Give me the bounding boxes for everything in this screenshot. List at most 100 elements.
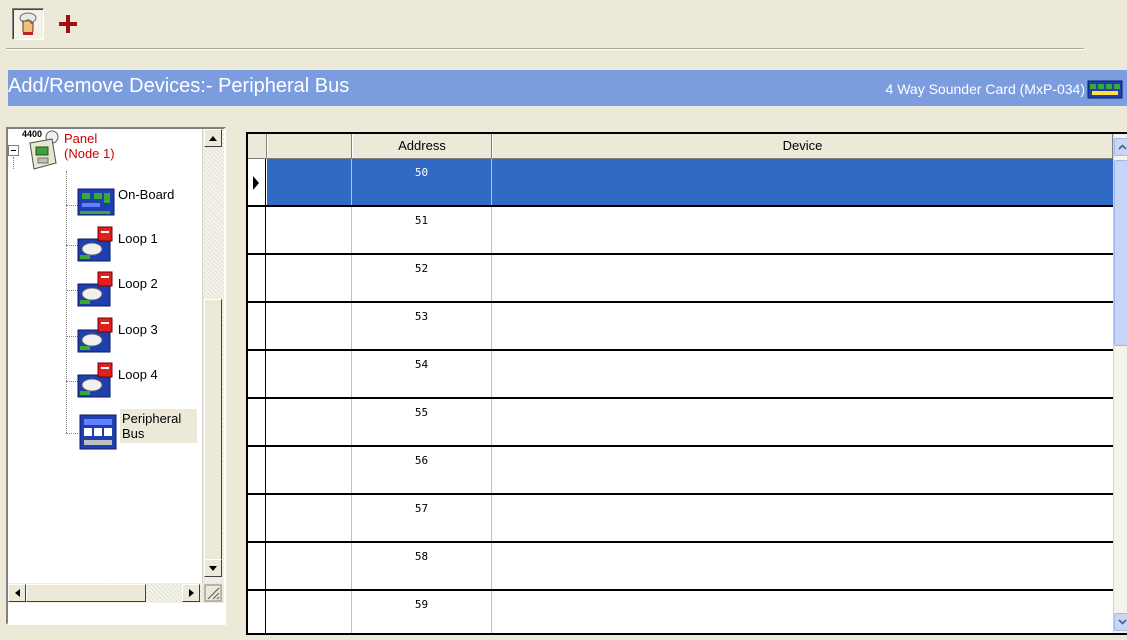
address-cell[interactable]: 58 bbox=[352, 543, 492, 589]
row-indicator[interactable] bbox=[248, 399, 266, 445]
column-header-blank bbox=[267, 134, 352, 158]
loop-icon bbox=[77, 362, 113, 398]
row-indicator[interactable] bbox=[248, 303, 266, 349]
address-cell[interactable]: 54 bbox=[352, 351, 492, 397]
chevron-down-icon bbox=[1117, 619, 1127, 625]
device-cell[interactable] bbox=[492, 495, 1113, 541]
add-button[interactable] bbox=[52, 8, 84, 40]
address-cell[interactable]: 51 bbox=[352, 207, 492, 253]
tree-item-loop-4[interactable]: Loop 4 bbox=[76, 361, 158, 399]
scroll-up-button[interactable] bbox=[1114, 138, 1127, 156]
loop-icon bbox=[77, 317, 113, 353]
chevron-up-icon bbox=[1117, 144, 1127, 150]
tree-vertical-scrollbar[interactable] bbox=[202, 129, 224, 603]
row-cell[interactable] bbox=[267, 255, 352, 301]
scroll-thumb[interactable] bbox=[1114, 160, 1127, 346]
address-cell[interactable]: 50 bbox=[352, 159, 492, 205]
hand-pointer-button[interactable] bbox=[12, 8, 44, 40]
device-cell[interactable] bbox=[492, 159, 1113, 205]
tree-item-loop-2[interactable]: Loop 2 bbox=[76, 270, 158, 308]
panel-icon: 4400 bbox=[22, 129, 62, 171]
row-cell[interactable] bbox=[267, 495, 352, 541]
title-bar: Add/Remove Devices:- Peripheral Bus 4 Wa… bbox=[8, 70, 1127, 106]
address-cell[interactable]: 59 bbox=[352, 591, 492, 633]
address-cell[interactable]: 55 bbox=[352, 399, 492, 445]
row-cell[interactable] bbox=[267, 303, 352, 349]
scroll-down-button[interactable] bbox=[204, 559, 222, 577]
peripheral-bus-icon bbox=[79, 414, 117, 450]
row-indicator[interactable] bbox=[248, 351, 266, 397]
table-row[interactable]: 51 bbox=[248, 207, 1113, 255]
tree-line bbox=[66, 171, 67, 433]
row-indicator[interactable] bbox=[248, 159, 266, 205]
device-cell[interactable] bbox=[492, 207, 1113, 253]
device-cell[interactable] bbox=[492, 543, 1113, 589]
row-cell[interactable] bbox=[267, 399, 352, 445]
scroll-down-button[interactable] bbox=[1114, 613, 1127, 631]
row-indicator[interactable] bbox=[248, 207, 266, 253]
row-cell[interactable] bbox=[267, 543, 352, 589]
tree-item-label: Loop 3 bbox=[118, 322, 158, 337]
column-header-device[interactable]: Device bbox=[492, 134, 1113, 158]
tree-item-loop-1[interactable]: Loop 1 bbox=[76, 225, 158, 263]
table-row[interactable]: 55 bbox=[248, 399, 1113, 447]
page-title: Add/Remove Devices:- Peripheral Bus bbox=[8, 75, 350, 97]
tree-item-label: Panel (Node 1) bbox=[64, 131, 115, 161]
device-cell[interactable] bbox=[492, 351, 1113, 397]
table-row[interactable]: 53 bbox=[248, 303, 1113, 351]
size-grip[interactable] bbox=[202, 583, 224, 603]
device-type-label: 4 Way Sounder Card (MxP-034) bbox=[885, 81, 1085, 97]
size-grip-icon bbox=[204, 584, 222, 602]
tree-item-label: Loop 2 bbox=[118, 276, 158, 291]
address-cell[interactable]: 53 bbox=[352, 303, 492, 349]
plus-icon bbox=[59, 15, 77, 33]
address-cell[interactable]: 56 bbox=[352, 447, 492, 493]
scroll-right-button[interactable] bbox=[182, 584, 200, 602]
scroll-thumb[interactable] bbox=[26, 584, 146, 602]
tree-item-loop-3[interactable]: Loop 3 bbox=[76, 316, 158, 354]
row-cell[interactable] bbox=[267, 591, 352, 633]
row-indicator[interactable] bbox=[248, 255, 266, 301]
table-row[interactable]: 50 bbox=[248, 159, 1113, 207]
hand-icon bbox=[19, 12, 37, 35]
tree-item-label: Peripheral Bus bbox=[120, 409, 198, 443]
table-row[interactable]: 57 bbox=[248, 495, 1113, 543]
device-cell[interactable] bbox=[492, 591, 1113, 633]
tree-item-on-board[interactable]: On-Board bbox=[76, 183, 174, 219]
table-row[interactable]: 54 bbox=[248, 351, 1113, 399]
table-row[interactable]: 59 bbox=[248, 591, 1113, 633]
table-row[interactable]: 52 bbox=[248, 255, 1113, 303]
scroll-up-button[interactable] bbox=[204, 129, 222, 147]
tree-content: 4400 Panel (Node 1) On-Board Loop 1 Loop… bbox=[8, 129, 200, 581]
device-cell[interactable] bbox=[492, 447, 1113, 493]
grid-vertical-scrollbar[interactable] bbox=[1113, 134, 1127, 633]
table-row[interactable]: 58 bbox=[248, 543, 1113, 591]
table-row[interactable]: 56 bbox=[248, 447, 1113, 495]
row-cell[interactable] bbox=[267, 159, 352, 205]
row-indicator[interactable] bbox=[248, 447, 266, 493]
collapse-toggle[interactable] bbox=[8, 145, 19, 156]
tree-line bbox=[13, 157, 14, 169]
row-indicator[interactable] bbox=[248, 495, 266, 541]
address-cell[interactable]: 57 bbox=[352, 495, 492, 541]
device-cell[interactable] bbox=[492, 399, 1113, 445]
row-cell[interactable] bbox=[267, 207, 352, 253]
address-cell[interactable]: 52 bbox=[352, 255, 492, 301]
column-header-address[interactable]: Address bbox=[352, 134, 492, 158]
loop-icon bbox=[77, 271, 113, 307]
sounder-card-icon bbox=[1087, 80, 1123, 99]
tree-item-label: Loop 4 bbox=[118, 367, 158, 382]
device-grid[interactable]: Address Device 50 51 52 53 54 55 56 57 5… bbox=[246, 132, 1127, 635]
device-cell[interactable] bbox=[492, 255, 1113, 301]
row-indicator[interactable] bbox=[248, 591, 266, 633]
scroll-left-button[interactable] bbox=[8, 584, 26, 602]
tree-item-panel[interactable]: 4400 Panel (Node 1) bbox=[22, 129, 115, 171]
row-cell[interactable] bbox=[267, 351, 352, 397]
device-cell[interactable] bbox=[492, 303, 1113, 349]
row-cell[interactable] bbox=[267, 447, 352, 493]
device-tree[interactable]: 4400 Panel (Node 1) On-Board Loop 1 Loop… bbox=[6, 127, 226, 625]
scroll-thumb[interactable] bbox=[204, 299, 222, 577]
tree-horizontal-scrollbar[interactable] bbox=[8, 583, 202, 603]
row-indicator[interactable] bbox=[248, 543, 266, 589]
tree-item-peripheral-bus[interactable]: Peripheral Bus bbox=[76, 409, 198, 453]
